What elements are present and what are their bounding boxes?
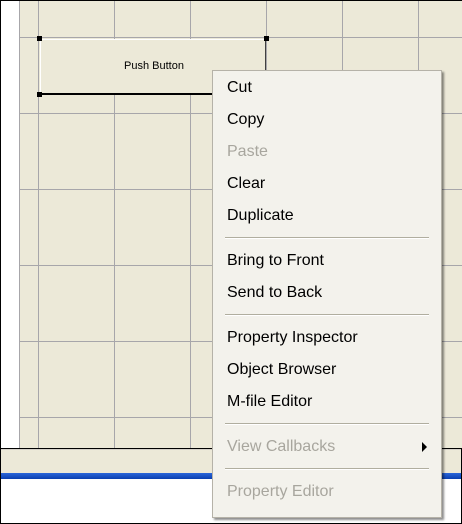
menu-separator: [225, 237, 429, 239]
menu-item-clear[interactable]: Clear: [213, 170, 441, 198]
context-menu: Cut Copy Paste Clear Duplicate Bring to …: [212, 70, 442, 518]
menu-separator: [225, 468, 429, 470]
menu-item-duplicate[interactable]: Duplicate: [213, 202, 441, 230]
layout-editor-window: Push Button Cut Copy Paste Clear Duplica…: [0, 0, 462, 524]
menu-item-send-to-back[interactable]: Send to Back: [213, 279, 441, 307]
menu-item-copy[interactable]: Copy: [213, 106, 441, 134]
selection-handle-top-left[interactable]: [37, 36, 42, 41]
selection-handle-bottom-left[interactable]: [37, 92, 42, 97]
menu-item-property-inspector[interactable]: Property Inspector: [213, 324, 441, 352]
menu-separator: [225, 314, 429, 316]
menu-item-paste[interactable]: Paste: [213, 138, 441, 166]
selection-handle-top-right[interactable]: [264, 36, 269, 41]
menu-item-property-editor[interactable]: Property Editor: [213, 478, 441, 506]
menu-item-cut[interactable]: Cut: [213, 74, 441, 102]
menu-separator: [225, 423, 429, 425]
menu-item-view-callbacks[interactable]: View Callbacks: [213, 433, 441, 461]
menu-item-object-browser[interactable]: Object Browser: [213, 356, 441, 384]
chevron-right-icon: [422, 442, 427, 452]
menu-item-bring-to-front[interactable]: Bring to Front: [213, 247, 441, 275]
menu-item-m-file-editor[interactable]: M-file Editor: [213, 388, 441, 416]
